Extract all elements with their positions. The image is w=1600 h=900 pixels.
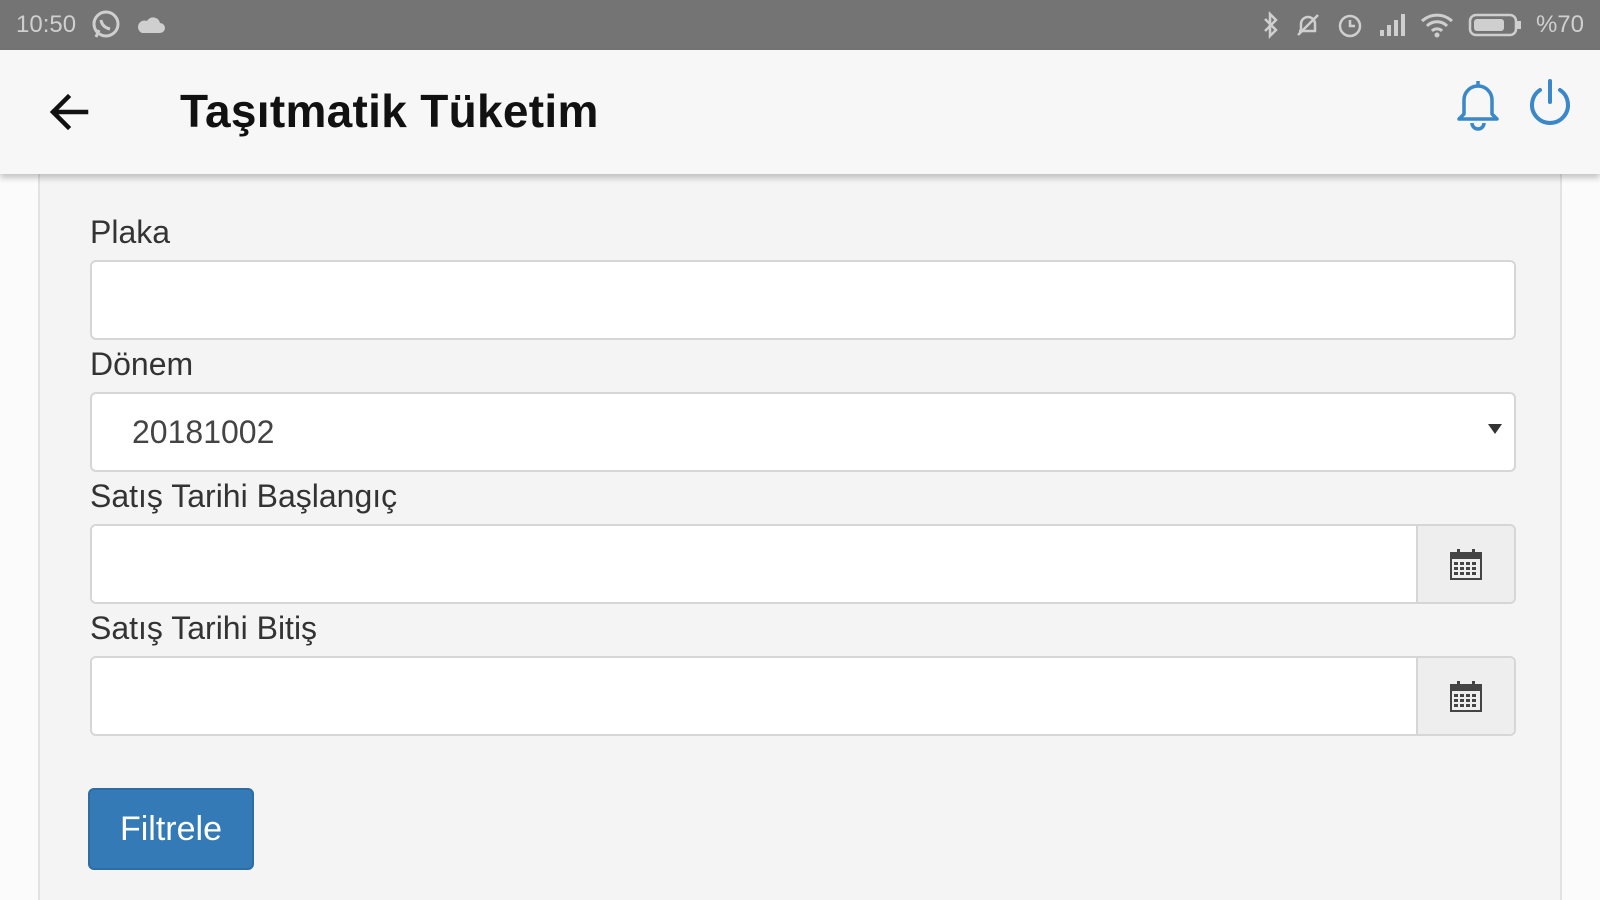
filter-button[interactable]: Filtrele bbox=[88, 788, 254, 870]
page-title: Taşıtmatik Tüketim bbox=[180, 85, 599, 137]
status-bar-right: %70 bbox=[1262, 11, 1584, 39]
status-time: 10:50 bbox=[16, 11, 77, 38]
end-date-field bbox=[90, 656, 1516, 736]
notifications-button[interactable] bbox=[1452, 76, 1504, 132]
end-date-calendar-button[interactable] bbox=[1416, 658, 1514, 734]
plaka-input[interactable] bbox=[90, 260, 1516, 340]
cloud-icon bbox=[136, 13, 166, 37]
power-icon bbox=[1530, 79, 1570, 125]
plaka-label: Plaka bbox=[90, 214, 171, 250]
wifi-icon bbox=[1420, 12, 1454, 38]
filter-form: Plaka Dönem 20181002 Satış Tarihi Başlan… bbox=[38, 174, 1562, 900]
alarm-icon bbox=[1336, 11, 1364, 39]
battery-percent: %70 bbox=[1535, 11, 1584, 38]
signal-icon bbox=[1378, 12, 1406, 38]
start-date-label: Satış Tarihi Başlangıç bbox=[90, 478, 398, 514]
donem-select[interactable]: 20181002 bbox=[90, 392, 1516, 472]
whatsapp-icon bbox=[90, 9, 122, 41]
left-margin bbox=[0, 174, 38, 900]
chevron-down-icon bbox=[1488, 424, 1502, 434]
right-margin bbox=[1562, 174, 1600, 900]
bluetooth-icon bbox=[1262, 11, 1280, 39]
battery-icon bbox=[1468, 12, 1522, 38]
donem-label: Dönem bbox=[90, 346, 194, 382]
calendar-icon bbox=[1450, 681, 1482, 712]
end-date-label: Satış Tarihi Bitiş bbox=[90, 610, 318, 646]
arrow-left-icon bbox=[49, 93, 89, 131]
status-bar-left: 10:50 bbox=[16, 9, 166, 41]
app-header: Taşıtmatik Tüketim bbox=[0, 50, 1600, 174]
start-date-field bbox=[90, 524, 1516, 604]
notifications-off-icon bbox=[1294, 11, 1322, 39]
calendar-icon bbox=[1450, 549, 1482, 580]
logout-button[interactable] bbox=[1524, 76, 1576, 132]
start-date-calendar-button[interactable] bbox=[1416, 526, 1514, 602]
end-date-input[interactable] bbox=[92, 658, 1416, 734]
status-bar: 10:50 %70 bbox=[0, 0, 1600, 50]
start-date-input[interactable] bbox=[92, 526, 1416, 602]
back-button[interactable] bbox=[46, 88, 94, 136]
bell-icon bbox=[1457, 81, 1499, 131]
donem-selected-value: 20181002 bbox=[132, 414, 275, 450]
